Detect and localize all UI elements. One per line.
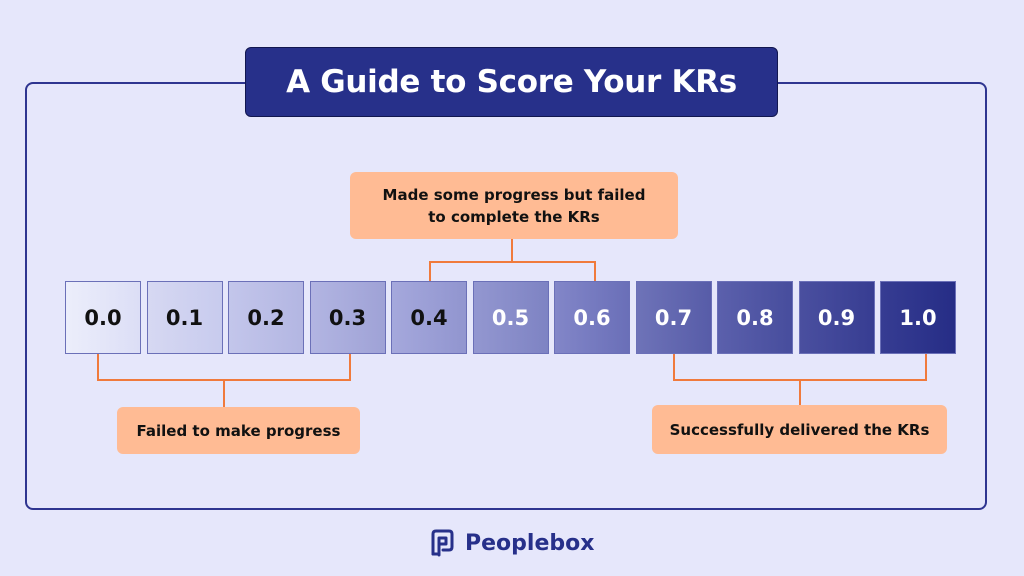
brand-name: Peoplebox [465, 530, 595, 556]
brand-logo: Peoplebox [428, 528, 594, 558]
callout-success-text: Successfully delivered the KRs [669, 420, 930, 439]
bracket-success [673, 354, 927, 405]
callout-success: Successfully delivered the KRs [652, 405, 947, 454]
callout-failed: Failed to make progress [117, 407, 360, 454]
callout-failed-text: Failed to make progress [136, 421, 341, 440]
bracket-failed [97, 354, 351, 407]
bracket-connectors [97, 239, 927, 407]
bracket-some-progress [429, 239, 596, 281]
peoplebox-logo-icon [431, 529, 454, 557]
